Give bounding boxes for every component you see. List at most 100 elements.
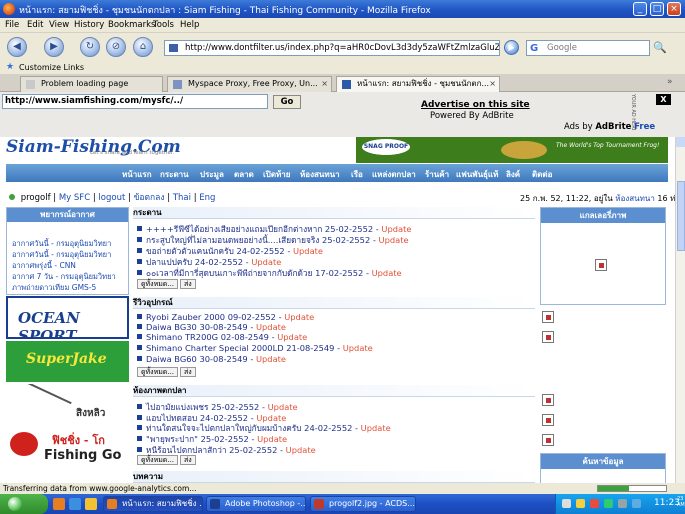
thumbnail-icon[interactable]	[542, 331, 554, 343]
tray-icon[interactable]	[590, 499, 599, 508]
logout-link[interactable]: logout	[98, 193, 125, 203]
tab-siam-fishing[interactable]: หน้าแรก: สยามฟิชชิ่ง - ชุมชนนักตก... ×	[336, 76, 500, 92]
eng-link[interactable]: Eng	[199, 193, 215, 203]
nav-auction[interactable]: ประมูล	[200, 168, 224, 181]
view-all-button[interactable]: ดูทั้งหมด...	[137, 455, 179, 465]
weather-title: พยากรณ์อากาศ	[7, 208, 128, 222]
menu-file[interactable]: File	[5, 20, 19, 30]
menu-history[interactable]: History	[74, 20, 104, 30]
menu-help[interactable]: Help	[180, 20, 199, 30]
snagproof-banner[interactable]: SNAG PROOF The World's Top Tournament Fr…	[356, 137, 668, 163]
singha-ad[interactable]: สิงหลิว	[6, 384, 129, 424]
tray-icon[interactable]	[576, 499, 585, 508]
superjake-ad[interactable]: SuperJake	[6, 341, 129, 382]
thumbnail-icon[interactable]	[542, 394, 554, 406]
list-item[interactable]: Shimano Charter Special 2000LD 21-08-254…	[137, 343, 373, 353]
nav-home[interactable]: หน้าแรก	[122, 168, 152, 181]
nav-chat[interactable]: ห้องสนทนา	[300, 168, 340, 181]
list-item[interactable]: Daiwa BG30 30-08-2549 - Update	[137, 322, 286, 332]
gallery-image-icon[interactable]	[595, 259, 607, 271]
folder-quicklaunch-icon[interactable]	[85, 498, 97, 510]
my-sfc-link[interactable]: My SFC	[59, 193, 90, 203]
list-item[interactable]: Ryobi Zauber 2000 09-02-2552 - Update	[137, 312, 314, 322]
advertise-link[interactable]: Advertise on this site	[421, 100, 530, 110]
thumbnail-icon[interactable]	[542, 434, 554, 446]
terms-link[interactable]: ข้อตกลง	[134, 193, 165, 203]
list-item[interactable]: Daiwa BG60 30-08-2549 - Update	[137, 354, 286, 364]
submit-button[interactable]: ส่ง	[180, 367, 196, 377]
search-input[interactable]: G Google	[526, 40, 650, 56]
tray-icon[interactable]	[604, 499, 613, 508]
proxy-bar: http://www.siamfishing.com/mysfc/../ Go …	[0, 92, 685, 137]
close-tab-icon[interactable]: ×	[321, 77, 328, 91]
nav-market[interactable]: ตลาด	[234, 168, 254, 181]
nav-contact[interactable]: ติดต่อ	[532, 168, 552, 181]
menu-bookmarks[interactable]: Bookmarks	[108, 20, 156, 30]
nav-shops[interactable]: ร้านค้า	[425, 168, 449, 181]
network-icon[interactable]	[632, 499, 641, 508]
home-button[interactable]: ⌂	[133, 37, 153, 57]
thumbnail-icon[interactable]	[542, 414, 554, 426]
ad-close-button[interactable]: X	[656, 94, 671, 105]
taskbar-label: Adobe Photoshop -...	[225, 499, 306, 508]
nav-boat[interactable]: เรือ	[351, 168, 363, 181]
fishing-go-ad[interactable]: ฟิชชิ่ง - โก Fishing Go	[6, 426, 129, 470]
ocean-sport-ad[interactable]: OCEAN SPORT	[6, 296, 129, 339]
close-tab-icon[interactable]: ×	[489, 77, 496, 91]
stop-button[interactable]: ⊘	[106, 37, 126, 57]
back-button[interactable]: ◀	[7, 37, 27, 57]
volume-icon[interactable]	[618, 499, 627, 508]
weather-link[interactable]: ภาพถ่ายดาวเทียม GMS-5	[12, 282, 96, 294]
site-tagline: Let's share and learn together.	[90, 150, 175, 156]
proxy-go-button[interactable]: Go	[273, 95, 301, 109]
submit-button[interactable]: ส่ง	[180, 455, 196, 465]
tab-problem-loading[interactable]: Problem loading page	[20, 76, 163, 92]
taskbar-firefox[interactable]: หน้าแรก: สยามฟิชชิ่ง ...	[103, 496, 203, 512]
taskbar-photoshop[interactable]: Adobe Photoshop -...	[206, 496, 306, 512]
ie-quicklaunch-icon[interactable]	[69, 498, 81, 510]
siam-fishing-icon	[342, 80, 351, 89]
submit-button[interactable]: ส่ง	[180, 279, 196, 289]
close-window-button[interactable]: ×	[667, 2, 681, 16]
scroll-up-icon[interactable]	[676, 137, 685, 147]
menu-edit[interactable]: Edit	[27, 20, 43, 30]
datetime-prefix: 25 ก.พ. 52, 11:22, อยู่ใน	[520, 194, 613, 203]
reload-button[interactable]: ↻	[80, 37, 100, 57]
section-buttons: ดูทั้งหมด... ส่ง	[137, 279, 198, 289]
list-item[interactable]: Shimano TR200G 02-08-2549 - Update	[137, 332, 307, 342]
customize-links-bookmark[interactable]: Customize Links	[19, 63, 84, 72]
go-button[interactable]: ▶	[504, 40, 519, 55]
ads-by-adbrite[interactable]: Ads by AdBrite Free	[564, 122, 655, 132]
scrollbar-thumb[interactable]	[677, 181, 685, 251]
forward-button[interactable]: ▶	[44, 37, 64, 57]
nav-fishing-spots[interactable]: แหล่งตกปลา	[372, 168, 416, 181]
nav-links[interactable]: ลิงค์	[506, 168, 520, 181]
minimize-button[interactable]: _	[633, 2, 647, 16]
page-scrollbar[interactable]	[675, 137, 685, 483]
proxy-url-input[interactable]: http://www.siamfishing.com/mysfc/../	[2, 94, 268, 109]
address-bar[interactable]: http://www.dontfilter.us/index.php?q=aHR…	[164, 40, 500, 56]
section-articles-title: บทความ	[133, 471, 535, 483]
ocean-sport-text: OCEAN SPORT	[18, 309, 80, 339]
firefox-quicklaunch-icon[interactable]	[53, 498, 65, 510]
taskbar-acdsee[interactable]: progolf2.jpg - ACDS...	[310, 496, 416, 512]
view-all-button[interactable]: ดูทั้งหมด...	[137, 367, 179, 377]
nav-trunk-sale[interactable]: เปิดท้าย	[263, 168, 290, 181]
tab-scroll-right-icon[interactable]: »	[667, 77, 673, 87]
page-icon	[26, 80, 35, 89]
tray-icon[interactable]	[562, 499, 571, 508]
nav-board[interactable]: กระดาน	[160, 168, 189, 181]
maximize-button[interactable]: □	[650, 2, 664, 16]
search-icon[interactable]: 🔍	[653, 41, 667, 55]
start-button[interactable]	[0, 494, 48, 514]
nav-fans[interactable]: แฟนพันธุ์แท้	[456, 168, 498, 181]
list-item[interactable]: ๐๐เวลาที่มีการี่สุดบนเกาะพีพีถ่ายจากกับด…	[137, 266, 402, 280]
tab-myspace-proxy[interactable]: Myspace Proxy, Free Proxy, Un... ×	[167, 76, 332, 92]
menu-view[interactable]: View	[49, 20, 69, 30]
thumbnail-icon[interactable]	[542, 311, 554, 323]
view-all-button[interactable]: ดูทั้งหมด...	[137, 279, 179, 289]
thai-link[interactable]: Thai	[173, 193, 191, 203]
chat-room-link[interactable]: ห้องสนทนา	[615, 194, 655, 203]
separator: |	[128, 193, 131, 203]
menu-tools[interactable]: Tools	[153, 20, 174, 30]
